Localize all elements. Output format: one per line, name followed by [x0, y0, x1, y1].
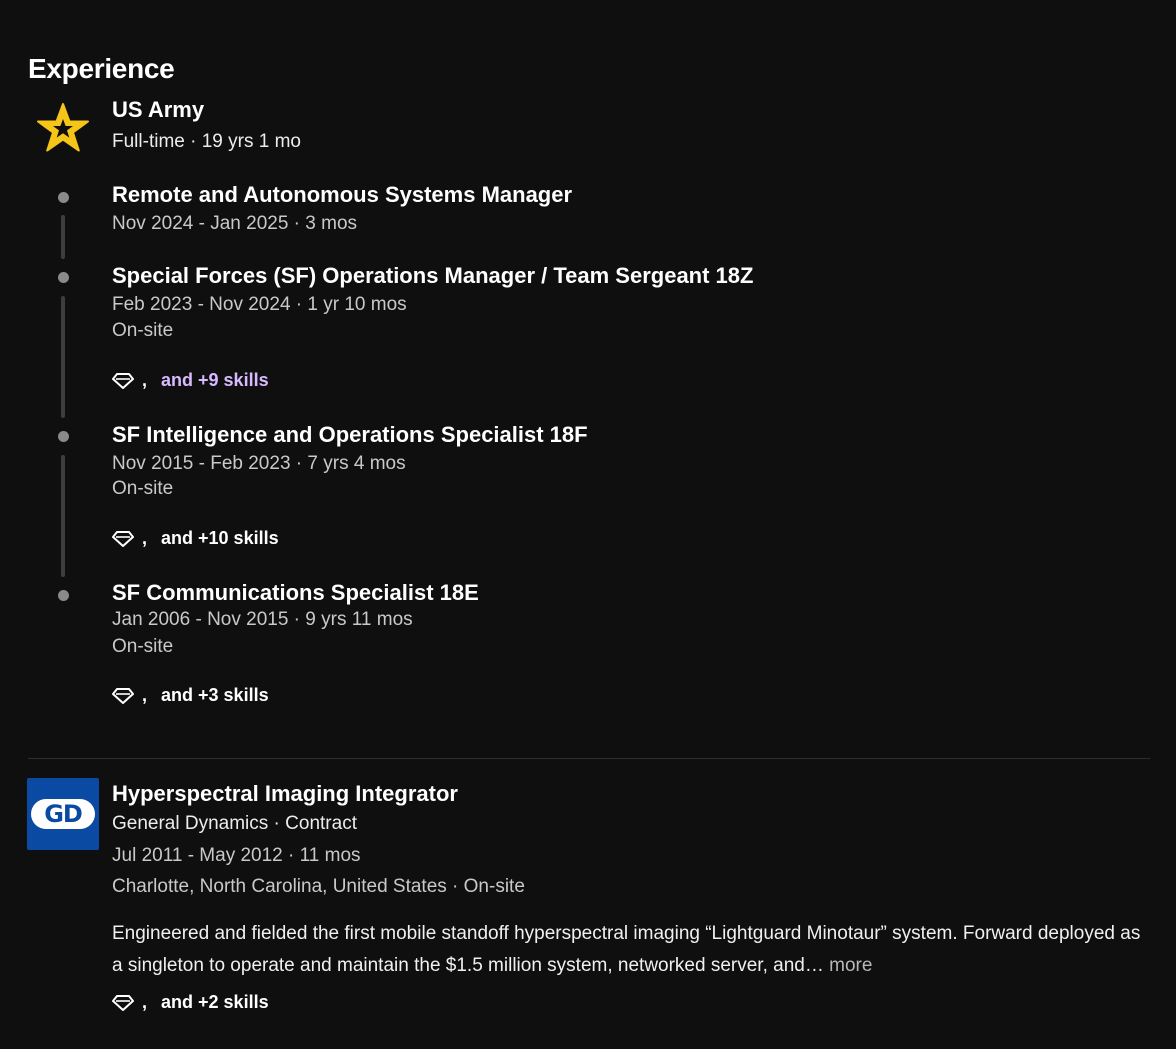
- diamond-icon: [112, 530, 134, 547]
- gd-logo-text: GD: [44, 800, 83, 828]
- timeline-dot: [58, 431, 69, 442]
- role-dates: Nov 2015 - Feb 2023 · 7 yrs 4 mos: [112, 453, 406, 474]
- diamond-icon: [112, 687, 134, 704]
- timeline-dot: [58, 192, 69, 203]
- role-location: On-site: [112, 478, 174, 499]
- general-dynamics-logo[interactable]: GD: [27, 778, 99, 850]
- section-divider: [28, 758, 1150, 759]
- role-dates: Jul 2011 - May 2012 · 11 mos: [112, 845, 361, 866]
- role-title[interactable]: Special Forces (SF) Operations Manager /…: [112, 263, 753, 289]
- skills-separator: ,: [142, 685, 148, 705]
- skills-separator: ,: [142, 528, 148, 548]
- diamond-icon: [112, 994, 134, 1011]
- gd-logo-pill: GD: [31, 799, 95, 829]
- skills-count[interactable]: and +3 skills: [161, 685, 269, 706]
- description-text: Engineered and fielded the first mobile …: [112, 923, 1141, 976]
- role-location: On-site: [112, 320, 174, 341]
- section-title: Experience: [28, 53, 175, 85]
- role-dates: Feb 2023 - Nov 2024 · 1 yr 10 mos: [112, 294, 407, 315]
- timeline-dot: [58, 590, 69, 601]
- see-more-button[interactable]: more: [829, 955, 872, 976]
- company-employment: General Dynamics · Contract: [112, 813, 357, 834]
- skills-link[interactable]: , and +10 skills: [112, 528, 279, 549]
- timeline-dot: [58, 272, 69, 283]
- skills-count[interactable]: and +9 skills: [161, 370, 269, 391]
- role-dates: Nov 2024 - Jan 2025 · 3 mos: [112, 213, 358, 234]
- company-name[interactable]: US Army: [112, 97, 204, 123]
- role-location: Charlotte, North Carolina, United States…: [112, 876, 525, 897]
- skills-link[interactable]: , and +2 skills: [112, 992, 269, 1013]
- role-description: Engineered and fielded the first mobile …: [112, 918, 1152, 982]
- army-star-logo[interactable]: [34, 100, 92, 158]
- star-icon: [37, 103, 89, 152]
- skills-count[interactable]: and +2 skills: [161, 992, 269, 1013]
- diamond-icon: [112, 372, 134, 389]
- role-title[interactable]: SF Communications Specialist 18E: [112, 580, 479, 606]
- role-title[interactable]: SF Intelligence and Operations Specialis…: [112, 422, 588, 448]
- role-dates: Jan 2006 - Nov 2015 · 9 yrs 11 mos: [112, 609, 413, 630]
- skills-link[interactable]: , and +9 skills: [112, 370, 269, 391]
- skills-separator: ,: [142, 992, 148, 1012]
- timeline-connector: [61, 455, 65, 577]
- skills-count[interactable]: and +10 skills: [161, 528, 279, 549]
- role-title[interactable]: Hyperspectral Imaging Integrator: [112, 781, 458, 807]
- employment-duration: Full-time · 19 yrs 1 mo: [112, 131, 301, 152]
- role-location: On-site: [112, 636, 174, 657]
- role-title[interactable]: Remote and Autonomous Systems Manager: [112, 182, 572, 208]
- skills-link[interactable]: , and +3 skills: [112, 685, 269, 706]
- timeline-connector: [61, 215, 65, 259]
- skills-separator: ,: [142, 370, 148, 390]
- timeline-connector: [61, 296, 65, 418]
